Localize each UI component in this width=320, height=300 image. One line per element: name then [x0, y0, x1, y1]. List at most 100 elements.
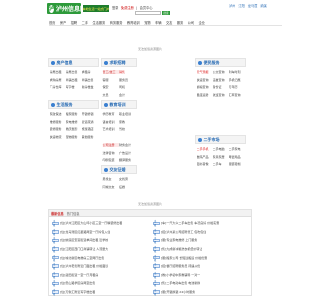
life-link[interactable]: 其他服务	[82, 135, 98, 139]
dating-link[interactable]: 征婚	[119, 185, 136, 189]
listing-title[interactable]: [住]江阳区西门口商铺转让 人流量大	[60, 247, 108, 251]
secondhand-link[interactable]: 服装鞋帽	[229, 162, 245, 166]
edu-link[interactable]: 语言培训	[103, 120, 120, 124]
city-link[interactable]: 龙马潭	[248, 4, 258, 8]
nav-item[interactable]: 教育培训	[127, 20, 140, 25]
job-link[interactable]: 服务员	[119, 78, 136, 82]
house-link[interactable]: 房屋出租	[50, 70, 66, 74]
list-item[interactable]: 出租 [售]二手电动车出售 电池新换	[153, 279, 250, 288]
biz-link[interactable]: 印刷包装	[103, 158, 120, 162]
secondhand-link[interactable]: 图书音像	[197, 162, 213, 166]
listing-title[interactable]: [住]城北新区电梯房三室两厅出售	[60, 256, 104, 260]
nav-item[interactable]: 房产	[60, 20, 66, 25]
life-link[interactable]: 宠物服务	[66, 135, 82, 139]
job-link[interactable]: 保安	[103, 85, 120, 89]
listing-title[interactable]: [住]忠山路学区房两室出售	[60, 281, 95, 285]
job-link[interactable]: 客服	[103, 78, 120, 82]
convenience-link[interactable]: 邮编查询	[197, 85, 213, 89]
dating-link[interactable]: 男找女	[103, 177, 120, 181]
house-link[interactable]: 房屋出售	[66, 70, 82, 74]
listing-title[interactable]: [服]搬家公司 长短途搬运 价格优惠	[161, 256, 207, 260]
nav-item[interactable]: 生活服务	[93, 20, 106, 25]
login-link[interactable]: 登录	[112, 6, 118, 10]
house-link[interactable]: 写字楼	[66, 85, 82, 89]
list-item[interactable]: 出租 [服]搬家公司 长短途搬运 价格优惠	[153, 253, 250, 262]
listing-title[interactable]: [招]泸州某公司招聘普工 包吃包住	[161, 230, 206, 234]
list-item[interactable]: 出租 [住]蓝田街道一室一厅月租房	[52, 271, 149, 280]
list-item[interactable]: 出租 [服]开锁换锁 24小时服务	[153, 288, 250, 297]
list-item[interactable]: 出租 [住]忠山路学区房两室出售	[52, 279, 149, 288]
house-link[interactable]: 求购房屋	[50, 78, 66, 82]
job-link[interactable]: 普工/技工	[102, 70, 119, 74]
biz-link[interactable]: 公司注册	[102, 143, 119, 147]
section-title[interactable]: 生活服务	[57, 102, 73, 108]
edu-link[interactable]: 家教	[119, 120, 136, 124]
convenience-link[interactable]: 天气预报	[197, 70, 213, 74]
list-item[interactable]: 出租 [住]城北新区电梯房三室两厅出售	[52, 253, 149, 262]
secondhand-link[interactable]: 二手手机	[197, 147, 213, 151]
list-item[interactable]: 出租 [住]泸州老窖附近门面出租 价格面议	[52, 262, 149, 271]
listing-title[interactable]: [招]餐厅招聘服务员 待遇从优	[161, 264, 200, 268]
biz-link[interactable]: 法律咨询	[103, 151, 120, 155]
secondhand-link[interactable]: 二手家电	[229, 147, 245, 151]
list-item[interactable]: 出租 [住]纳溪区安富街道单间出租 近学校	[52, 236, 149, 245]
life-link[interactable]: 管道疏通	[82, 120, 98, 124]
secondhand-link[interactable]: 二手电脑	[213, 147, 229, 151]
nav-item[interactable]: 招聘	[71, 20, 77, 25]
convenience-link[interactable]: 列车时刻	[229, 70, 245, 74]
nav-item[interactable]: 车辆	[155, 20, 161, 25]
nav-item[interactable]: 商务服务	[110, 20, 123, 25]
convenience-link[interactable]: 公交查询	[213, 70, 229, 74]
listing-title[interactable]: [住]蓝田街道一室一厅月租房	[60, 273, 98, 277]
nav-item[interactable]: 交友	[166, 20, 172, 25]
listing-title[interactable]: [住]纳溪区安富街道单间出租 近学校	[60, 238, 108, 242]
job-link[interactable]: 会计	[119, 93, 136, 97]
life-link[interactable]: 家电维修	[66, 120, 82, 124]
search-input[interactable]	[135, 11, 161, 15]
section-title[interactable]: 便民服务	[204, 60, 220, 66]
life-link[interactable]: 装修服务	[50, 127, 66, 131]
house-link[interactable]: 商铺出租	[66, 78, 82, 82]
convenience-link[interactable]: 违章查询	[213, 78, 229, 82]
job-link[interactable]: 司机	[119, 85, 136, 89]
listing-title[interactable]: [住]龙马潭区红星路两室一厅拎包入住	[60, 230, 110, 234]
edu-link[interactable]: 艺术培训	[103, 127, 120, 131]
convenience-link[interactable]: 快递查询	[197, 78, 213, 82]
nav-item[interactable]: 企业	[199, 20, 205, 25]
life-link[interactable]: 快递物流	[50, 135, 66, 139]
list-item[interactable]: 出租 [住]万象汇附近写字楼出租	[52, 288, 149, 297]
city-link[interactable]: 江阳	[238, 4, 244, 8]
city-link[interactable]: 纳溪	[260, 4, 266, 8]
dating-link[interactable]: 女找男	[119, 177, 136, 181]
edu-link[interactable]: 学历教育	[103, 112, 120, 116]
listing-title[interactable]: [车]一汽大众二手车出售 车况良好 价格实惠	[161, 221, 219, 225]
edu-link[interactable]: 驾校	[119, 127, 136, 131]
convenience-link[interactable]: 身份证	[213, 85, 229, 89]
listing-title[interactable]: [住]泸州老窖附近门面出租 价格面议	[60, 264, 108, 268]
list-item[interactable]: 出租 [住]龙马潭区红星路两室一厅拎包入住	[52, 228, 149, 237]
listing-title[interactable]: [住]万象汇附近写字楼出租	[60, 290, 95, 294]
search-button[interactable]: 搜索	[162, 11, 170, 15]
list-item[interactable]: 出租 [教]小学初中家教辅导 一对一	[153, 271, 250, 280]
convenience-link[interactable]: 万年历	[229, 85, 245, 89]
life-link[interactable]: 家政保洁	[50, 112, 66, 116]
listing-title[interactable]: [住]泸州江阳区大山坪小区三室一厅精装修出租	[60, 221, 122, 225]
section-title[interactable]: 房产信息	[57, 60, 73, 66]
secondhand-link[interactable]: 二手车	[213, 162, 229, 166]
nav-item[interactable]: 首页	[49, 20, 55, 25]
life-link[interactable]: 婚庆摄影	[66, 127, 82, 131]
list-item[interactable]: 出租 [车]一汽大众二手车出售 车况良好 价格实惠	[153, 219, 250, 228]
section-title[interactable]: 二手市场	[204, 137, 220, 143]
list-item[interactable]: 出租 [招]泸州某公司招聘普工 包吃包住	[153, 228, 250, 237]
nav-item[interactable]: 二手	[82, 20, 88, 25]
city-link[interactable]: 泸州	[229, 4, 235, 8]
secondhand-link[interactable]: 数码产品	[197, 155, 213, 159]
life-link[interactable]: 旅游酒店	[82, 127, 98, 131]
life-link[interactable]: 开锁修锁	[82, 112, 98, 116]
tab-hot[interactable]: 热门信息	[67, 211, 80, 216]
nav-item[interactable]: 服务	[177, 20, 183, 25]
section-title[interactable]: 求职招聘	[110, 60, 126, 66]
house-link[interactable]: 厂房仓库	[50, 85, 66, 89]
list-item[interactable]: 出租 [售]九成新冰箱洗衣机低价转让	[153, 245, 250, 254]
convenience-link[interactable]: 汇率查询	[229, 93, 245, 97]
